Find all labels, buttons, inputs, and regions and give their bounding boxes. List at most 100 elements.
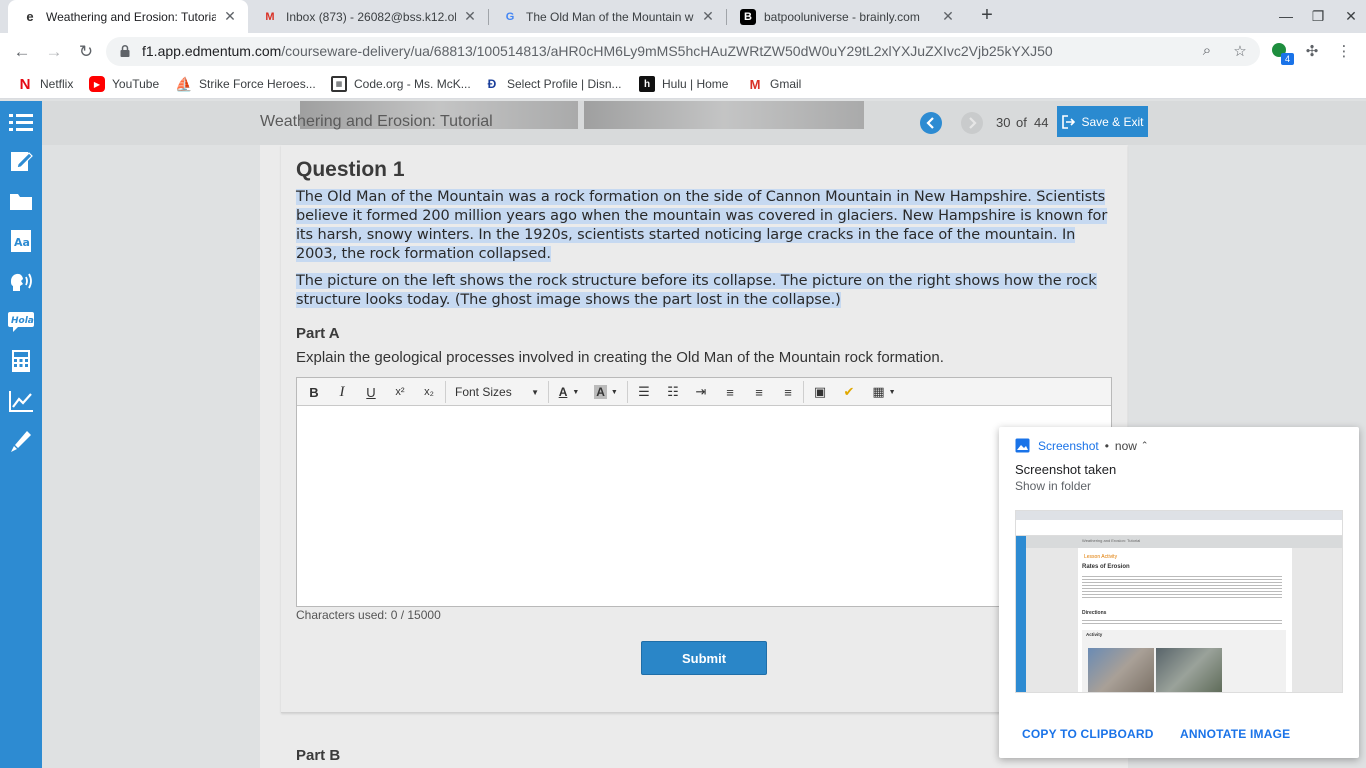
page-total: 44 xyxy=(1034,115,1049,130)
edmentum-favicon-icon: e xyxy=(26,9,34,24)
tab-title: batpooluniverse - brainly.com xyxy=(764,9,920,24)
brainly-favicon-icon: B xyxy=(740,8,756,25)
tab-gmail-inbox[interactable]: M Inbox (873) - 26082@bss.k12.oh.us ✕ xyxy=(248,0,488,33)
url-path: /courseware-delivery/ua/68813/100514813/… xyxy=(281,43,1053,59)
highlighted-text: The picture on the left shows the rock s… xyxy=(296,273,1097,308)
image-icon xyxy=(1015,438,1030,453)
thumb-heading: Rates of Erosion xyxy=(1082,564,1130,570)
new-tab-button[interactable]: + xyxy=(976,4,998,26)
close-tab-icon[interactable]: ✕ xyxy=(222,8,238,25)
part-a-prompt: Explain the geological processes involve… xyxy=(296,349,944,366)
thumb-page: Lesson Activity Rates of Erosion Directi… xyxy=(1078,548,1292,692)
close-tab-icon[interactable]: ✕ xyxy=(700,8,716,25)
tab-google-search[interactable]: G The Old Man of the Mountain was ✕ xyxy=(488,0,726,33)
bookmark-netflix[interactable]: N Netflix xyxy=(17,76,74,93)
underline-icon[interactable]: U xyxy=(360,381,382,403)
notification-header: Screenshot • now ⌃ xyxy=(1015,438,1148,453)
annotate-image-button[interactable]: ANNOTATE IMAGE xyxy=(1180,727,1290,741)
thumb-rock-image-right xyxy=(1156,648,1222,692)
back-arrow-icon[interactable]: ← xyxy=(9,39,35,65)
restore-icon[interactable]: ❐ xyxy=(1303,4,1333,28)
insert-image-icon[interactable]: ▣ xyxy=(809,381,831,403)
copy-to-clipboard-button[interactable]: COPY TO CLIPBOARD xyxy=(1022,727,1154,741)
tab-strip: e Weathering and Erosion: Tutorial ✕ M I… xyxy=(0,0,1366,33)
graph-icon[interactable] xyxy=(7,387,35,415)
bookmark-hulu[interactable]: h Hulu | Home xyxy=(639,76,728,92)
bookmark-youtube[interactable]: ▶ YouTube xyxy=(89,76,159,92)
close-window-icon[interactable]: ✕ xyxy=(1336,4,1366,28)
game-icon: ⛵ xyxy=(175,75,193,92)
url-domain: f1.app.edmentum.com xyxy=(142,43,282,59)
align-center-icon[interactable]: ≡ xyxy=(748,381,770,403)
toolbar-divider xyxy=(803,381,804,403)
table-icon[interactable]: ▦ ▼ xyxy=(867,381,901,403)
text-to-speech-icon[interactable] xyxy=(7,267,35,295)
calculator-icon[interactable] xyxy=(7,347,35,375)
background-color-icon[interactable]: A ▼ xyxy=(590,381,622,403)
toolbar-divider xyxy=(445,381,446,403)
exit-icon xyxy=(1062,114,1076,129)
bookmark-label: Code.org - Ms. McK... xyxy=(354,77,471,91)
bookmark-label: YouTube xyxy=(112,77,160,91)
submit-button[interactable]: Submit xyxy=(641,641,767,675)
next-page-button[interactable] xyxy=(961,112,983,134)
numbered-list-icon[interactable]: ☷ xyxy=(662,381,684,403)
dictionary-icon[interactable]: Aa xyxy=(7,227,35,255)
thumb-toolbar xyxy=(1016,520,1342,530)
notes-edit-icon[interactable] xyxy=(7,147,35,175)
forward-arrow-icon[interactable]: → xyxy=(41,39,67,65)
extension-badge: 4 xyxy=(1281,53,1294,65)
subscript-icon[interactable]: x₂ xyxy=(418,381,440,403)
highlighter-pen-icon[interactable] xyxy=(7,427,35,455)
bookmark-strike-force[interactable]: ⛵ Strike Force Heroes... xyxy=(175,75,315,92)
zoom-icon[interactable]: ⌕ xyxy=(1198,42,1216,60)
highlighted-text: The Old Man of the Mountain was a rock f… xyxy=(296,189,1108,262)
gmail-favicon-icon: M xyxy=(265,10,275,23)
svg-text:Hola: Hola xyxy=(11,316,34,326)
chevron-up-icon[interactable]: ⌃ xyxy=(1141,440,1149,451)
superscript-icon[interactable]: x² xyxy=(389,381,411,403)
previous-page-button[interactable] xyxy=(920,112,942,134)
bold-icon[interactable]: B xyxy=(303,381,325,403)
tab-weathering[interactable]: e Weathering and Erosion: Tutorial ✕ xyxy=(8,0,248,33)
thumb-rock-image-left xyxy=(1088,648,1154,692)
bookmark-disney[interactable]: Ɖ Select Profile | Disn... xyxy=(484,76,622,92)
youtube-icon: ▶ xyxy=(89,76,105,92)
notification-title: Screenshot taken xyxy=(1015,462,1117,477)
browser-toolbar: ← → ↻ f1.app.edmentum.com/courseware-del… xyxy=(0,33,1366,70)
bookmark-gmail[interactable]: M Gmail xyxy=(747,76,802,92)
align-left-icon[interactable]: ≡ xyxy=(719,381,741,403)
chevron-left-icon xyxy=(926,117,934,129)
close-tab-icon[interactable]: ✕ xyxy=(940,8,956,25)
font-sizes-dropdown[interactable]: Font Sizes ▼ xyxy=(449,381,545,403)
bookmarks-bar: N Netflix ▶ YouTube ⛵ Strike Force Heroe… xyxy=(0,70,1366,99)
bookmark-label: Hulu | Home xyxy=(662,77,729,91)
folder-icon[interactable] xyxy=(7,187,35,215)
reload-icon[interactable]: ↻ xyxy=(73,39,99,65)
screenshot-thumbnail[interactable]: Weathering and Erosion: Tutorial Lesson … xyxy=(1015,510,1343,693)
puzzle-icon[interactable]: ✣ xyxy=(1302,42,1322,62)
svg-text:Aa: Aa xyxy=(14,236,30,249)
thumb-activity-label: Lesson Activity xyxy=(1084,554,1118,560)
answer-editor[interactable]: B I U x² x₂ Font Sizes ▼ A ▼ A ▼ ☰ ☷ ⇥ ≡ ≡… xyxy=(296,377,1112,607)
show-in-folder-link[interactable]: Show in folder xyxy=(1015,479,1091,493)
italic-icon[interactable]: I xyxy=(331,381,353,403)
align-right-icon[interactable]: ≡ xyxy=(777,381,799,403)
indent-icon[interactable]: ⇥ xyxy=(690,381,712,403)
minimize-icon[interactable]: — xyxy=(1271,4,1301,28)
save-exit-button[interactable]: Save & Exit xyxy=(1057,106,1148,137)
toolbar-divider xyxy=(627,381,628,403)
spellcheck-icon[interactable]: ✔ xyxy=(838,381,860,403)
bullet-list-icon[interactable]: ☰ xyxy=(633,381,655,403)
address-bar[interactable]: f1.app.edmentum.com/courseware-delivery/… xyxy=(106,37,1260,66)
text-color-icon[interactable]: A ▼ xyxy=(553,381,585,403)
tab-brainly[interactable]: B batpooluniverse - brainly.com ✕ xyxy=(726,0,966,33)
bookmark-label: Gmail xyxy=(770,77,802,91)
bookmark-code-org[interactable]: ▦ Code.org - Ms. McK... xyxy=(331,76,471,92)
menu-list-icon[interactable] xyxy=(7,108,35,136)
close-tab-icon[interactable]: ✕ xyxy=(462,8,478,25)
translate-hola-icon[interactable]: Hola xyxy=(7,307,35,335)
menu-kebab-icon[interactable]: ⋮ xyxy=(1334,42,1354,62)
bookmark-star-icon[interactable]: ☆ xyxy=(1231,42,1249,60)
notification-app-name: Screenshot xyxy=(1038,438,1099,453)
